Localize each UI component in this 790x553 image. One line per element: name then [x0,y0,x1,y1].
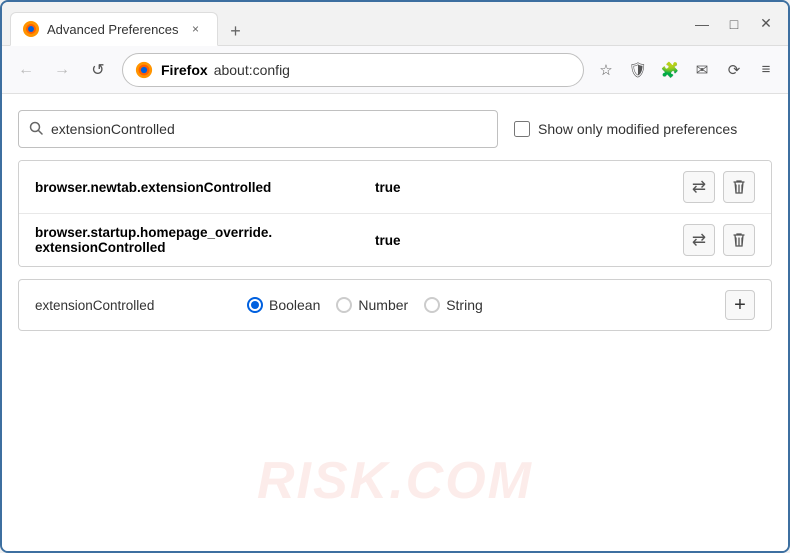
radio-boolean[interactable]: Boolean [247,297,320,313]
radio-string[interactable]: String [424,297,483,313]
minimize-button[interactable]: — [688,10,716,38]
transfer-icon: ⇄ [692,177,706,197]
table-row: browser.newtab.extensionControlled true … [19,161,771,214]
pref-actions-1: ⇄ [683,171,755,203]
address-url: about:config [214,62,290,78]
tab-container: Advanced Preferences × + [10,2,680,45]
radio-string-label: String [446,297,483,313]
delete-icon-2 [731,231,747,249]
radio-boolean-circle [247,297,263,313]
radio-number[interactable]: Number [336,297,408,313]
add-preference-row: extensionControlled Boolean Number Strin… [18,279,772,331]
menu-icon[interactable]: ≡ [752,56,780,84]
add-preference-button[interactable]: + [725,290,755,320]
pref-value-2: true [375,233,683,248]
pref-name-1: browser.newtab.extensionControlled [35,180,375,195]
delete-icon [731,178,747,196]
show-modified-row: Show only modified preferences [514,121,737,137]
pref-value-1: true [375,180,683,195]
tab-favicon [23,21,39,37]
maximize-button[interactable]: □ [720,10,748,38]
search-input-wrapper[interactable] [18,110,498,148]
active-tab[interactable]: Advanced Preferences × [10,12,218,46]
tab-title: Advanced Preferences [47,22,179,37]
extension-icon[interactable]: 🧩 [656,56,684,84]
back-button[interactable]: ← [10,54,42,86]
window-controls: — □ ✕ [688,10,780,38]
nav-bar: ← → ↺ Firefox about:config ☆ 🛡 🧩 ✉ ⟳ ≡ [2,46,788,94]
pref-name-2: browser.startup.homepage_override. exten… [35,225,375,255]
tab-close-button[interactable]: × [187,20,205,38]
new-tab-button[interactable]: + [222,17,250,45]
pref-actions-2: ⇄ [683,224,755,256]
title-bar: Advanced Preferences × + — □ ✕ [2,2,788,46]
search-bar-row: Show only modified preferences [18,110,772,148]
reset-pref-1-button[interactable]: ⇄ [683,171,715,203]
mail-icon[interactable]: ✉ [688,56,716,84]
firefox-logo-icon [135,61,153,79]
nav-icons: ☆ 🛡 🧩 ✉ ⟳ ≡ [592,56,780,84]
reload-button[interactable]: ↺ [82,54,114,86]
delete-pref-2-button[interactable] [723,224,755,256]
reset-pref-2-button[interactable]: ⇄ [683,224,715,256]
radio-number-label: Number [358,297,408,313]
delete-pref-1-button[interactable] [723,171,755,203]
address-bar[interactable]: Firefox about:config [122,53,584,87]
radio-number-circle [336,297,352,313]
show-modified-checkbox[interactable] [514,121,530,137]
search-input[interactable] [51,121,487,137]
close-button[interactable]: ✕ [752,10,780,38]
shield-icon[interactable]: 🛡 [624,56,652,84]
bookmark-icon[interactable]: ☆ [592,56,620,84]
radio-boolean-label: Boolean [269,297,320,313]
browser-window: Advanced Preferences × + — □ ✕ ← → ↺ Fir… [0,0,790,553]
add-pref-name: extensionControlled [35,298,235,313]
search-icon [29,121,43,138]
table-row: browser.startup.homepage_override. exten… [19,214,771,266]
browser-name: Firefox [161,62,208,78]
type-radio-group: Boolean Number String [247,297,713,313]
sync-icon[interactable]: ⟳ [720,56,748,84]
preferences-table: browser.newtab.extensionControlled true … [18,160,772,267]
watermark: RISK.COM [257,451,533,511]
address-bar-text: Firefox about:config [161,62,290,78]
transfer-icon-2: ⇄ [692,230,706,250]
page-content: RISK.COM Show only modified preferences [2,94,788,551]
radio-string-circle [424,297,440,313]
forward-button[interactable]: → [46,54,78,86]
show-modified-label: Show only modified preferences [538,121,737,137]
